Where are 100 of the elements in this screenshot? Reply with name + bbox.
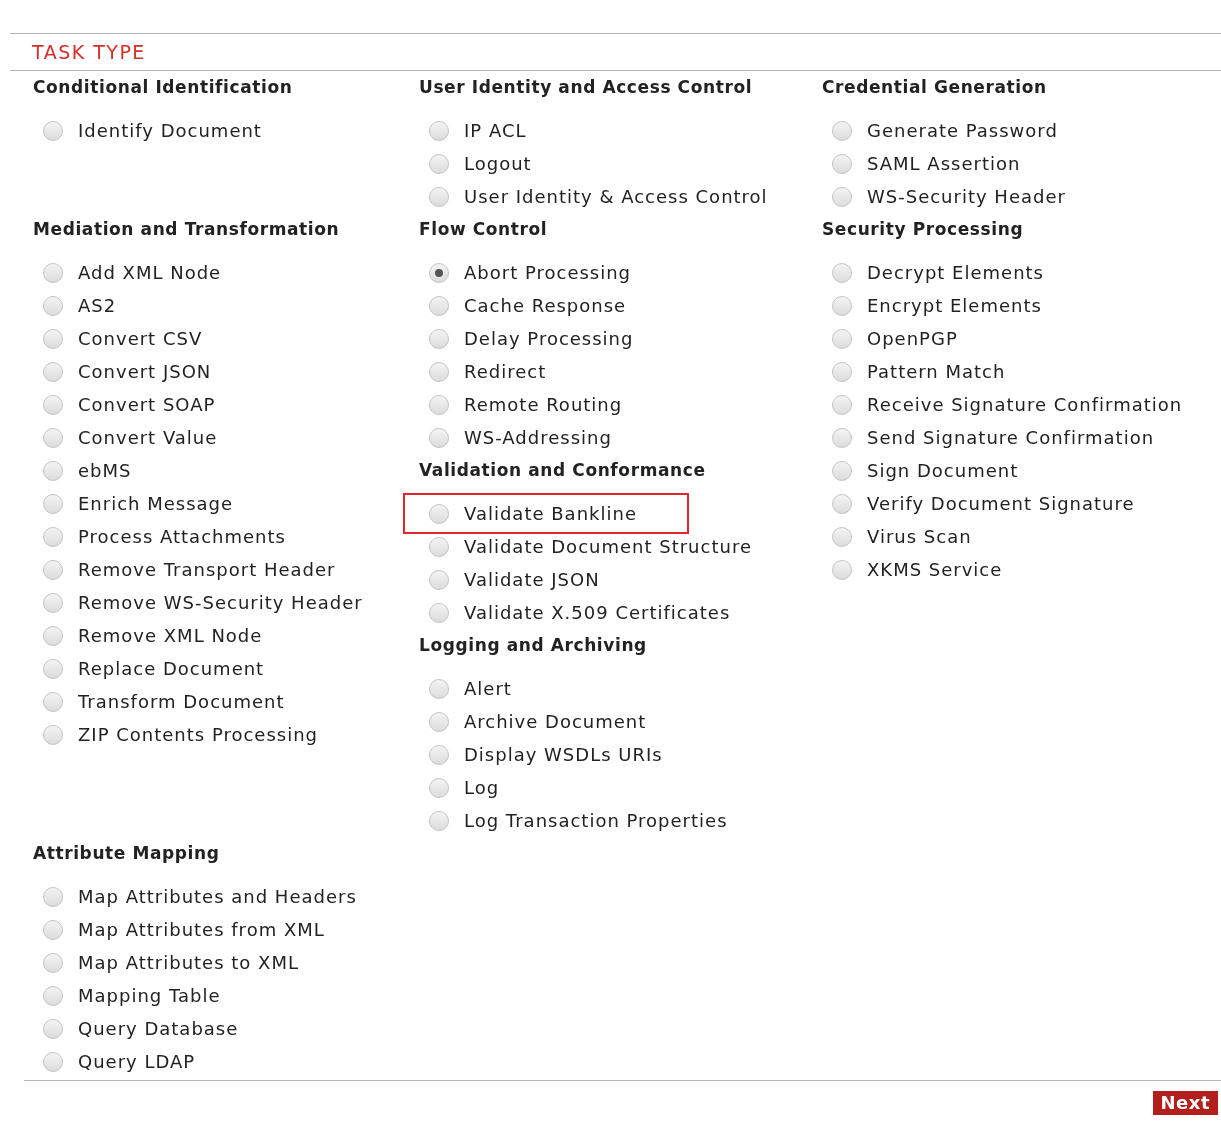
option-label: Archive Document [464,710,647,734]
radio-button[interactable] [429,810,449,831]
group-heading: Mediation and Transformation [33,218,341,242]
group-heading: Credential Generation [822,76,1048,100]
option-label: Remote Routing [464,393,623,417]
option-label: Display WSDLs URIs [464,743,663,767]
radio-button[interactable] [832,394,852,415]
radio-button[interactable] [43,952,63,973]
radio-button[interactable] [43,985,63,1006]
radio-button[interactable] [429,777,449,798]
radio-button[interactable] [429,394,449,415]
option-label: OpenPGP [867,327,958,351]
option-label: WS-Addressing [464,426,612,450]
radio-button[interactable] [43,886,63,907]
option-label: Logout [464,152,532,176]
radio-button[interactable] [429,427,449,448]
radio-button[interactable] [429,711,449,732]
option-label: WS-Security Header [867,185,1066,209]
option-label: Transform Document [78,690,285,714]
radio-button[interactable] [43,295,63,316]
option-label: Enrich Message [78,492,234,516]
option-label: Delay Processing [464,327,634,351]
radio-button[interactable] [832,559,852,580]
group-heading: Logging and Archiving [419,634,648,658]
option-label: SAML Assertion [867,152,1021,176]
radio-button[interactable] [43,691,63,712]
option-label: Validate Bankline [464,502,637,526]
radio-button[interactable] [429,262,449,283]
option-label: Map Attributes to XML [78,951,299,975]
radio-button[interactable] [43,361,63,382]
radio-button[interactable] [832,186,852,207]
option-label: Remove WS-Security Header [78,591,363,615]
radio-button[interactable] [429,153,449,174]
radio-button[interactable] [43,394,63,415]
group-heading: Flow Control [419,218,549,242]
option-label: Abort Processing [464,261,632,285]
radio-button[interactable] [43,1051,63,1072]
option-label: Validate X.509 Certificates [464,601,731,625]
option-label: Send Signature Confirmation [867,426,1155,450]
radio-button[interactable] [43,625,63,646]
option-label: Query LDAP [78,1050,196,1074]
radio-button[interactable] [429,295,449,316]
option-label: Validate Document Structure [464,535,752,559]
radio-button[interactable] [43,658,63,679]
group-heading: Validation and Conformance [419,459,707,483]
radio-button[interactable] [43,559,63,580]
radio-button[interactable] [429,503,449,524]
radio-button[interactable] [832,493,852,514]
option-label: Replace Document [78,657,265,681]
group-heading: User Identity and Access Control [419,76,754,100]
radio-button[interactable] [43,427,63,448]
radio-button[interactable] [832,328,852,349]
radio-button[interactable] [832,460,852,481]
option-label: Process Attachments [78,525,286,549]
group-heading: Security Processing [822,218,1025,242]
radio-button[interactable] [43,1018,63,1039]
option-label: Map Attributes and Headers [78,885,357,909]
option-label: User Identity & Access Control [464,185,768,209]
option-label: Receive Signature Confirmation [867,393,1183,417]
option-label: Add XML Node [78,261,222,285]
radio-button[interactable] [429,678,449,699]
radio-button[interactable] [429,602,449,623]
option-label: Log [464,776,500,800]
radio-button[interactable] [43,919,63,940]
radio-button[interactable] [429,361,449,382]
option-label: Convert JSON [78,360,212,384]
radio-button[interactable] [429,120,449,141]
radio-button[interactable] [43,328,63,349]
option-label: Sign Document [867,459,1019,483]
radio-button[interactable] [832,361,852,382]
radio-button[interactable] [43,724,63,745]
radio-button[interactable] [429,569,449,590]
option-label: Generate Password [867,119,1058,143]
radio-button[interactable] [43,120,63,141]
option-label: Alert [464,677,512,701]
option-label: Convert Value [78,426,218,450]
option-label: Verify Document Signature [867,492,1135,516]
radio-button[interactable] [832,120,852,141]
option-label: Log Transaction Properties [464,809,728,833]
option-label: Identify Document [78,119,262,143]
radio-button[interactable] [429,186,449,207]
radio-button[interactable] [43,262,63,283]
radio-button[interactable] [429,536,449,557]
radio-button[interactable] [832,153,852,174]
radio-button[interactable] [43,493,63,514]
radio-button[interactable] [832,262,852,283]
radio-button[interactable] [832,295,852,316]
next-button[interactable]: Next [1152,1091,1218,1115]
radio-button[interactable] [43,592,63,613]
radio-button[interactable] [43,460,63,481]
radio-button[interactable] [832,526,852,547]
option-label: ebMS [78,459,132,483]
option-label: Virus Scan [867,525,972,549]
option-label: Pattern Match [867,360,1006,384]
radio-button[interactable] [429,744,449,765]
radio-button[interactable] [832,427,852,448]
radio-button[interactable] [43,526,63,547]
radio-button[interactable] [429,328,449,349]
option-label: Decrypt Elements [867,261,1044,285]
option-label: Convert CSV [78,327,203,351]
